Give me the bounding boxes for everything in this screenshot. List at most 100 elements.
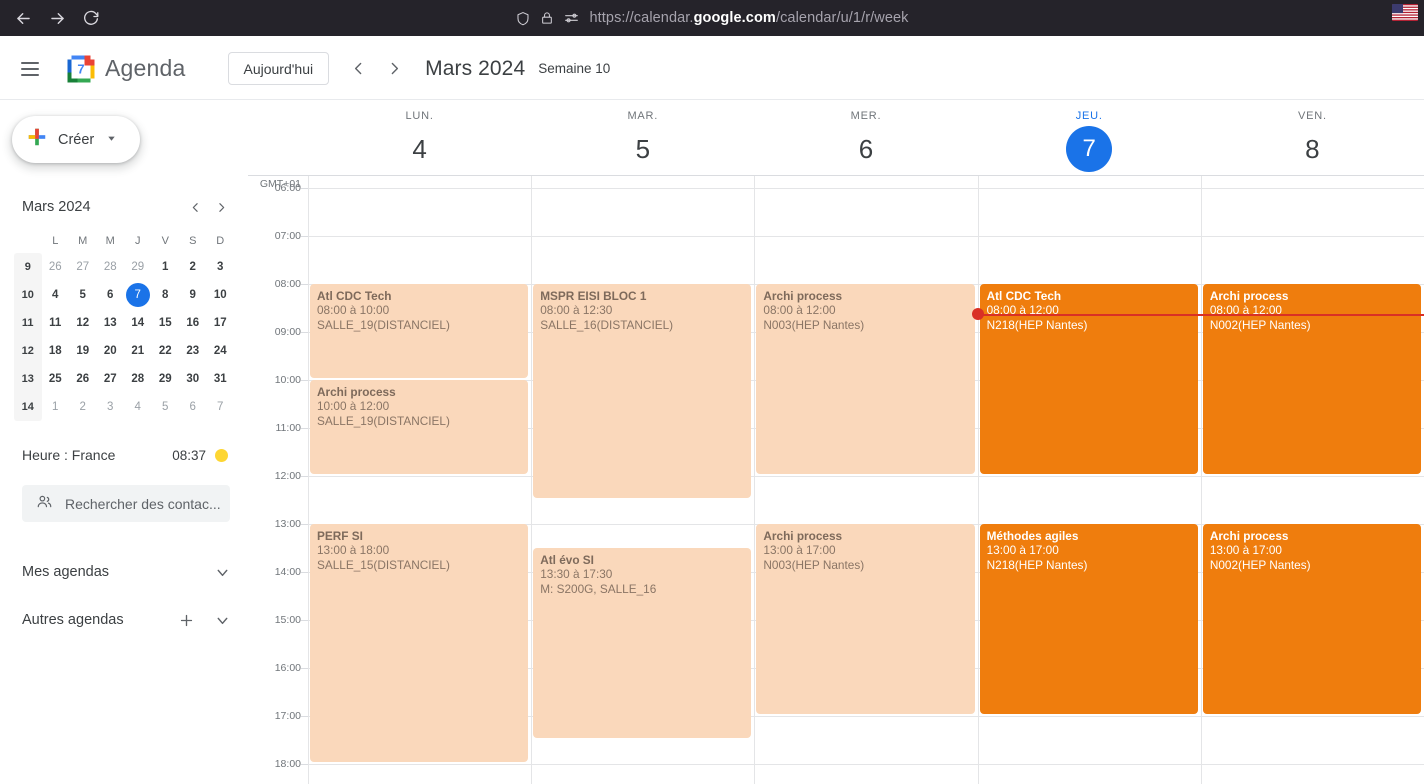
day-header-today-badge[interactable]: 7 xyxy=(1066,126,1113,172)
mini-cal-day[interactable]: 21 xyxy=(124,337,152,365)
address-bar[interactable]: https://calendar.google.com/calendar/u/1… xyxy=(515,4,908,32)
calendar-event[interactable]: Atl évo SI 13:30 à 17:30 M: S200G, SALLE_1… xyxy=(533,548,752,738)
event-location: SALLE_19(DISTANCIEL) xyxy=(317,413,450,428)
mini-cal-day[interactable]: 4 xyxy=(124,393,152,421)
arrow-right-icon[interactable] xyxy=(40,1,74,35)
sidebar-section-autres-agendas[interactable]: Autres agendas xyxy=(22,596,236,644)
mini-cal-day[interactable]: 8 xyxy=(152,281,180,309)
calendar-event[interactable]: PERF SI 13:00 à 18:00 SALLE_15(DISTANCIEL) xyxy=(310,524,529,762)
mini-cal-day[interactable]: 15 xyxy=(152,309,180,337)
mini-cal-day[interactable]: 2 xyxy=(69,393,97,421)
mini-cal-day[interactable]: 3 xyxy=(97,393,125,421)
day-header-mer[interactable]: MER. 6 xyxy=(754,100,977,175)
mini-cal-day[interactable]: 27 xyxy=(97,365,125,393)
hour-tick xyxy=(301,380,308,381)
calendar-event[interactable]: Archi process 08:00 à 12:00 N002(HEP Nante… xyxy=(1202,284,1422,474)
mini-cal-week-number[interactable]: 13 xyxy=(14,365,42,393)
next-week-icon[interactable] xyxy=(376,51,412,87)
mini-cal-day[interactable]: 2 xyxy=(179,253,207,281)
previous-week-icon[interactable] xyxy=(340,51,376,87)
url-lead: https://calendar. xyxy=(589,10,694,26)
page-settings-icon[interactable] xyxy=(563,11,579,25)
calendar-event[interactable]: Méthodes agiles 13:00 à 17:00 N218(HEP Nan… xyxy=(979,524,1198,714)
arrow-left-icon[interactable] xyxy=(6,1,40,35)
calendar-event[interactable]: Archi process 08:00 à 12:00 N003(HEP Nante… xyxy=(756,284,975,474)
calendar-grid-scroll[interactable]: GMT+01 06:00 07:00 08:00 09:00 10:00 11:00 12:… xyxy=(248,176,1424,784)
mini-cal-day[interactable]: 19 xyxy=(69,337,97,365)
hamburger-menu-icon[interactable] xyxy=(8,47,52,91)
us-flag-icon[interactable] xyxy=(1392,4,1418,21)
mini-cal-day[interactable]: 28 xyxy=(97,253,125,281)
day-header-daynumber[interactable]: 6 xyxy=(843,126,889,172)
day-header-daynumber[interactable]: 4 xyxy=(397,126,443,172)
chevron-down-icon[interactable] xyxy=(208,558,236,586)
day-column-4[interactable]: Atl CDC Tech 08:00 à 10:00 SALLE_19(DISTAN… xyxy=(308,176,531,784)
day-column-6[interactable]: Archi process 08:00 à 12:00 N003(HEP Nante… xyxy=(754,176,977,784)
day-header-ven[interactable]: VEN. 8 xyxy=(1201,100,1424,175)
day-column-7[interactable]: Atl CDC Tech 08:00 à 12:00 N218(HEP Nantes… xyxy=(977,176,1201,784)
search-contacts-input[interactable]: Rechercher des contac... xyxy=(22,485,230,522)
mini-cal-day[interactable]: 5 xyxy=(152,393,180,421)
mini-cal-day[interactable]: 26 xyxy=(69,365,97,393)
mini-cal-day[interactable]: 16 xyxy=(179,309,207,337)
day-header-daynumber[interactable]: 8 xyxy=(1289,126,1335,172)
browser-toolbar: https://calendar.google.com/calendar/u/1… xyxy=(0,0,1424,36)
sidebar-section-mes-agendas[interactable]: Mes agendas xyxy=(22,548,236,596)
mini-cal-day[interactable]: 23 xyxy=(179,337,207,365)
calendar-event[interactable]: Atl CDC Tech 08:00 à 12:00 N218(HEP Nantes… xyxy=(979,284,1198,474)
mini-cal-day[interactable]: 1 xyxy=(42,393,70,421)
calendar-event[interactable]: Archi process 10:00 à 12:00 SALLE_19(DISTA… xyxy=(310,380,529,474)
mini-cal-day[interactable]: 13 xyxy=(97,309,125,337)
day-header-mar[interactable]: MAR. 5 xyxy=(531,100,754,175)
day-column-8[interactable]: Archi process 08:00 à 12:00 N002(HEP Nante… xyxy=(1200,176,1424,784)
calendar-event[interactable]: Archi process 13:00 à 17:00 N003(HEP Nante… xyxy=(756,524,975,714)
mini-cal-week-number[interactable]: 9 xyxy=(14,253,42,281)
mini-cal-day[interactable]: 12 xyxy=(69,309,97,337)
mini-cal-week-number[interactable]: 10 xyxy=(14,281,42,309)
today-button[interactable]: Aujourd'hui xyxy=(227,52,330,85)
mini-cal-day[interactable]: 17 xyxy=(207,309,235,337)
create-button[interactable]: Créer xyxy=(12,116,140,163)
mini-cal-day[interactable]: 5 xyxy=(69,281,97,309)
day-header-jeu[interactable]: JEU. 7 xyxy=(978,100,1201,175)
calendar-event[interactable]: Atl CDC Tech 08:00 à 10:00 SALLE_19(DISTAN… xyxy=(310,284,529,378)
day-header-daynumber[interactable]: 5 xyxy=(620,126,666,172)
mini-cal-day[interactable]: 9 xyxy=(179,281,207,309)
mini-cal-week-number[interactable]: 14 xyxy=(14,393,42,421)
add-other-calendar-icon[interactable] xyxy=(172,606,200,634)
mini-cal-week-number[interactable]: 11 xyxy=(14,309,42,337)
mini-cal-day[interactable]: 25 xyxy=(42,365,70,393)
calendar-event[interactable]: MSPR EISI BLOC 1 08:00 à 12:30 SALLE_16(DI… xyxy=(533,284,752,498)
chevron-down-icon[interactable] xyxy=(208,606,236,634)
mini-cal-day[interactable]: 31 xyxy=(207,365,235,393)
day-column-5[interactable]: MSPR EISI BLOC 1 08:00 à 12:30 SALLE_16(DI… xyxy=(531,176,754,784)
mini-cal-day[interactable]: 22 xyxy=(152,337,180,365)
mini-cal-day[interactable]: 6 xyxy=(97,281,125,309)
mini-cal-day[interactable]: 30 xyxy=(179,365,207,393)
reload-icon[interactable] xyxy=(74,1,108,35)
mini-cal-day[interactable]: 28 xyxy=(124,365,152,393)
mini-cal-day[interactable]: 6 xyxy=(179,393,207,421)
mini-cal-day[interactable]: 7 xyxy=(207,393,235,421)
mini-cal-day[interactable]: 26 xyxy=(42,253,70,281)
mini-cal-day[interactable]: 27 xyxy=(69,253,97,281)
mini-cal-day[interactable]: 14 xyxy=(124,309,152,337)
mini-cal-day[interactable]: 29 xyxy=(124,253,152,281)
calendar-event[interactable]: Archi process 13:00 à 17:00 N002(HEP Nante… xyxy=(1202,524,1422,714)
mini-calendar-prev-icon[interactable] xyxy=(182,194,208,220)
current-period-title[interactable]: Mars 2024 xyxy=(425,57,525,81)
day-header-lun[interactable]: LUN. 4 xyxy=(308,100,531,175)
mini-cal-day[interactable]: 29 xyxy=(152,365,180,393)
shield-icon xyxy=(515,10,530,27)
mini-cal-day[interactable]: 11 xyxy=(42,309,70,337)
mini-cal-day[interactable]: 10 xyxy=(207,281,235,309)
mini-cal-day[interactable]: 3 xyxy=(207,253,235,281)
mini-cal-day[interactable]: 18 xyxy=(42,337,70,365)
mini-cal-day-today[interactable]: 7 xyxy=(124,281,152,309)
mini-cal-week-number[interactable]: 12 xyxy=(14,337,42,365)
mini-calendar-next-icon[interactable] xyxy=(208,194,234,220)
mini-cal-day[interactable]: 24 xyxy=(207,337,235,365)
mini-cal-day[interactable]: 1 xyxy=(152,253,180,281)
mini-cal-day[interactable]: 20 xyxy=(97,337,125,365)
mini-cal-day[interactable]: 4 xyxy=(42,281,70,309)
